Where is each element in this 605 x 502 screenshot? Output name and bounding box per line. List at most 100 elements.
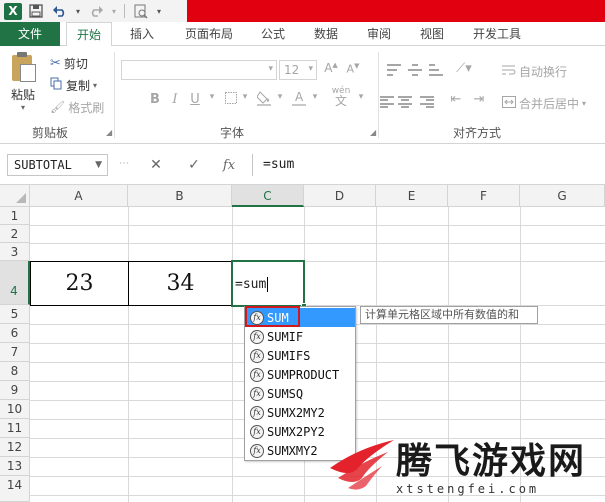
tab-developer[interactable]: 开发工具 <box>465 22 529 46</box>
autocomplete-item-sumifs[interactable]: fx SUMIFS <box>247 346 355 365</box>
column-header-d[interactable]: D <box>304 185 376 207</box>
chevron-down-icon[interactable]: ▼ <box>95 155 102 175</box>
insert-function-button[interactable]: fx <box>217 154 241 176</box>
format-painter-button[interactable]: 🖌 格式刷 <box>50 98 104 116</box>
column-header-b[interactable]: B <box>128 185 232 207</box>
autocomplete-item-sumproduct[interactable]: fx SUMPRODUCT <box>247 365 355 384</box>
function-icon: fx <box>250 386 264 401</box>
clipboard-group-label: 剪贴板 <box>32 126 69 140</box>
tab-page-layout[interactable]: 页面布局 <box>176 22 242 46</box>
row-header-7[interactable]: 7 <box>0 343 30 362</box>
row-header-8[interactable]: 8 <box>0 362 30 381</box>
column-header-e[interactable]: E <box>376 185 448 207</box>
autocomplete-item-label: SUMX2MY2 <box>267 405 325 420</box>
font-size-combo[interactable]: 12 ▾ <box>279 60 317 80</box>
cell-c4-active[interactable]: =sum <box>231 260 305 307</box>
autocomplete-item-label: SUMSQ <box>267 386 304 401</box>
tab-file[interactable]: 文件 <box>0 22 60 46</box>
excel-logo-icon: X <box>4 2 22 20</box>
column-header-a[interactable]: A <box>30 185 128 207</box>
tab-view[interactable]: 视图 <box>412 22 452 46</box>
row-header-14[interactable]: 14 <box>0 476 30 502</box>
cell-b4[interactable]: 34 <box>128 261 233 306</box>
print-preview-icon[interactable] <box>131 2 151 20</box>
name-box[interactable]: SUBTOTAL ▼ <box>7 154 108 176</box>
row-header-6[interactable]: 6 <box>0 324 30 343</box>
cell-a4[interactable]: 23 <box>30 261 129 306</box>
scissors-icon: ✂ <box>50 55 61 71</box>
orientation-icon[interactable]: ⟋▾ <box>450 61 478 76</box>
row-header-2[interactable]: 2 <box>0 225 30 243</box>
copy-dropdown-icon[interactable]: ▾ <box>93 81 97 90</box>
undo-icon[interactable] <box>50 2 70 20</box>
align-right-icon[interactable] <box>420 96 434 108</box>
title-red-banner <box>187 0 605 22</box>
font-color-dropdown-icon[interactable]: ▾ <box>306 92 324 102</box>
underline-dropdown-icon[interactable]: ▾ <box>203 92 221 102</box>
fill-color-dropdown-icon[interactable]: ▾ <box>271 92 289 102</box>
align-left-icon[interactable] <box>380 96 394 108</box>
paste-dropdown-icon[interactable]: ▾ <box>21 103 25 112</box>
qat-divider <box>124 4 125 18</box>
align-top-icon[interactable] <box>387 64 401 76</box>
tab-insert[interactable]: 插入 <box>122 22 162 46</box>
formula-input[interactable]: =sum <box>252 154 605 176</box>
autocomplete-item-sumif[interactable]: fx SUMIF <box>247 327 355 346</box>
align-middle-icon[interactable] <box>408 64 422 76</box>
function-icon: fx <box>250 424 264 439</box>
autocomplete-item-sumx2my2[interactable]: fx SUMX2MY2 <box>247 403 355 422</box>
gridline <box>128 207 129 502</box>
row-header-3[interactable]: 3 <box>0 243 30 261</box>
undo-dropdown-icon[interactable]: ▾ <box>74 2 82 20</box>
merge-center-button[interactable]: 合并后居中 ▾ <box>502 94 586 112</box>
row-header-11[interactable]: 11 <box>0 419 30 438</box>
row-header-9[interactable]: 9 <box>0 381 30 400</box>
align-center-icon[interactable] <box>398 96 412 108</box>
tab-home[interactable]: 开始 <box>66 22 112 47</box>
redo-icon[interactable] <box>86 2 106 20</box>
tab-formulas[interactable]: 公式 <box>253 22 293 46</box>
row-header-5[interactable]: 5 <box>0 305 30 324</box>
column-header-f[interactable]: F <box>448 185 520 207</box>
font-name-combo[interactable]: ▾ <box>121 60 277 80</box>
phonetic-dropdown-icon[interactable]: ▾ <box>352 92 370 102</box>
row-header-1[interactable]: 1 <box>0 207 30 225</box>
underline-button[interactable]: U <box>186 92 204 107</box>
bold-button[interactable]: B <box>146 92 164 107</box>
select-all-button[interactable] <box>0 185 30 207</box>
autocomplete-item-sumsq[interactable]: fx SUMSQ <box>247 384 355 403</box>
row-header-12[interactable]: 12 <box>0 438 30 457</box>
column-header-g[interactable]: G <box>520 185 605 207</box>
align-bottom-icon[interactable] <box>429 64 443 76</box>
customize-qat-icon[interactable]: ▾ <box>155 2 163 20</box>
ribbon-tabs: 文件 开始 插入 页面布局 公式 数据 审阅 视图 开发工具 <box>0 22 605 47</box>
decrease-indent-icon[interactable]: ⇤ <box>447 92 465 107</box>
clipboard-launcher-icon[interactable]: ◢ <box>106 128 112 137</box>
increase-font-icon[interactable]: A▲ <box>322 61 340 75</box>
alignment-group-label: 对齐方式 <box>453 126 502 140</box>
copy-button[interactable]: 复制 ▾ <box>50 76 97 94</box>
function-icon: fx <box>250 405 264 420</box>
cut-label: 剪切 <box>63 56 88 71</box>
save-icon[interactable] <box>26 2 46 20</box>
redo-dropdown-icon[interactable]: ▾ <box>110 2 118 20</box>
cancel-button[interactable]: ✕ <box>144 154 168 176</box>
row-header-10[interactable]: 10 <box>0 400 30 419</box>
merge-dropdown-icon[interactable]: ▾ <box>582 99 586 108</box>
wrap-text-button[interactable]: 自动换行 <box>502 62 567 80</box>
formula-bar-grip-icon[interactable]: ⋮ <box>118 158 129 167</box>
decrease-font-icon[interactable]: A▼ <box>344 62 362 76</box>
italic-button[interactable]: I <box>166 92 184 107</box>
border-dropdown-icon[interactable]: ▾ <box>236 92 254 102</box>
font-launcher-icon[interactable]: ◢ <box>370 128 376 137</box>
tab-review[interactable]: 审阅 <box>359 22 399 46</box>
row-header-4[interactable]: 4 <box>0 261 30 305</box>
paste-button[interactable]: 粘贴 ▾ <box>10 52 36 112</box>
row-header-13[interactable]: 13 <box>0 457 30 476</box>
group-divider <box>114 52 115 138</box>
tab-data[interactable]: 数据 <box>306 22 346 46</box>
increase-indent-icon[interactable]: ⇥ <box>470 92 488 107</box>
enter-button[interactable]: ✓ <box>182 154 206 176</box>
column-header-c[interactable]: C <box>232 185 304 207</box>
cut-button[interactable]: ✂ 剪切 <box>50 54 88 72</box>
